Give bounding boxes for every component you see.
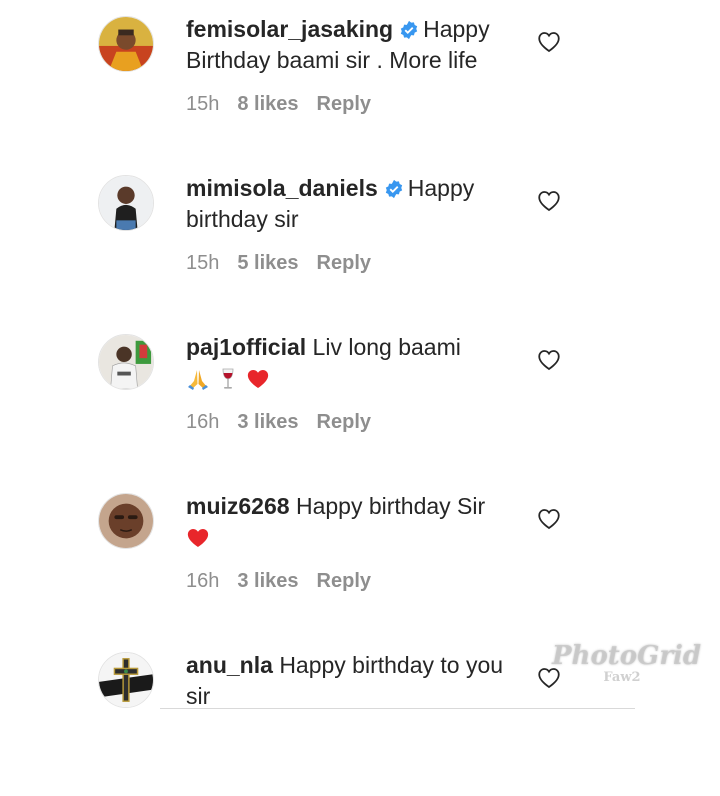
comment-item: mimisola_daniels Happy birthday sir 15h 5 … [0, 159, 720, 319]
divider [160, 708, 635, 709]
photogrid-watermark: PhotoGrid Faw2 [552, 641, 702, 689]
comment-username[interactable]: mimisola_daniels [186, 175, 378, 201]
comment-meta: 15h 5 likes Reply [186, 249, 389, 277]
likes-count[interactable]: 8 likes [237, 93, 298, 115]
avatar[interactable] [98, 16, 154, 72]
comment-meta: 16h 3 likes Reply [186, 567, 389, 595]
watermark-sub: Faw2 [603, 670, 641, 685]
reply-button[interactable]: Reply [317, 411, 371, 433]
avatar[interactable] [98, 334, 154, 390]
heart-outline-icon[interactable] [537, 189, 561, 213]
likes-count[interactable]: 3 likes [237, 570, 298, 592]
red-heart-icon [187, 529, 209, 547]
comment-time: 15h [186, 93, 220, 115]
comment-body: Liv long baami [312, 334, 461, 360]
comment-meta: 15h 8 likes Reply [186, 90, 389, 118]
likes-count[interactable]: 5 likes [237, 252, 298, 274]
comment-item: muiz6268 Happy birthday Sir 16h 3 likes Re… [0, 477, 720, 637]
comment-time: 16h [186, 411, 220, 433]
comment-item: paj1official Liv long baami 16h 3 likes Re… [0, 318, 720, 478]
heart-outline-icon[interactable] [537, 507, 561, 531]
heart-outline-icon[interactable] [537, 348, 561, 372]
comment-text: mimisola_daniels Happy birthday sir [186, 173, 526, 235]
red-heart-icon [247, 370, 269, 388]
avatar[interactable] [98, 493, 154, 549]
comment-username[interactable]: muiz6268 [186, 493, 290, 519]
comment-text: paj1official Liv long baami [186, 332, 526, 394]
comment-username[interactable]: paj1official [186, 334, 306, 360]
comment-text: anu_nla Happy birthday to you sir [186, 650, 526, 712]
comment-username[interactable]: femisolar_jasaking [186, 16, 393, 42]
avatar[interactable] [98, 652, 154, 708]
wine-glass-icon [222, 368, 234, 389]
comment-time: 16h [186, 570, 220, 592]
comment-body: Happy birthday Sir [295, 493, 486, 519]
avatar[interactable] [98, 175, 154, 231]
comment-time: 15h [186, 252, 220, 274]
reply-button[interactable]: Reply [317, 252, 371, 274]
heart-outline-icon[interactable] [537, 30, 561, 54]
comment-text: femisolar_jasaking Happy Birthday baami s… [186, 14, 526, 76]
comment-username[interactable]: anu_nla [186, 652, 273, 678]
comment-text: muiz6268 Happy birthday Sir [186, 491, 526, 553]
watermark-main: PhotoGrid [552, 641, 702, 671]
verified-badge-icon [400, 20, 418, 40]
comment-meta: 16h 3 likes Reply [186, 408, 389, 436]
likes-count[interactable]: 3 likes [237, 411, 298, 433]
reply-button[interactable]: Reply [317, 570, 371, 592]
comment-item: femisolar_jasaking Happy Birthday baami s… [0, 0, 720, 160]
reply-button[interactable]: Reply [317, 93, 371, 115]
verified-badge-icon [385, 179, 402, 199]
folded-hands-icon [188, 370, 208, 390]
